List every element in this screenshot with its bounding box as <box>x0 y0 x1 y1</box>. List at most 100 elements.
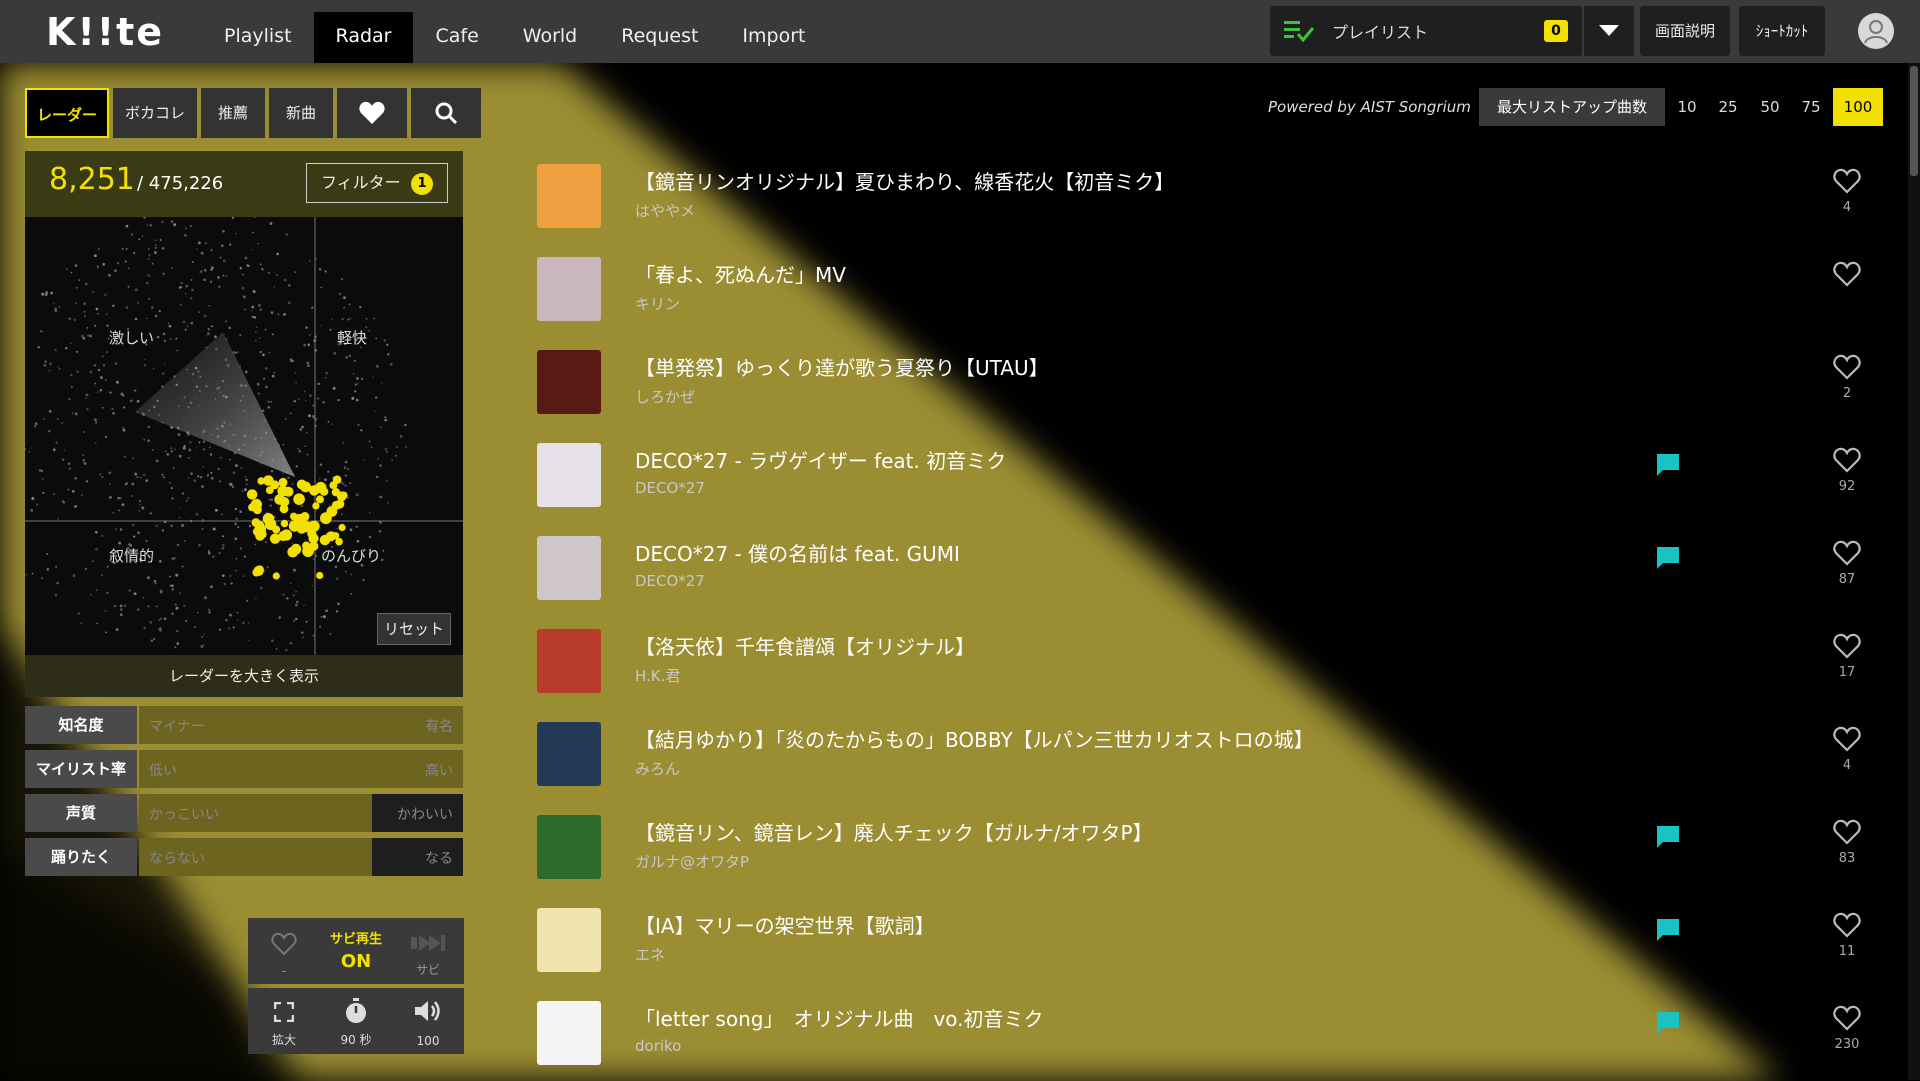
radar-expand-button[interactable]: レーダーを大きく表示 <box>25 655 463 697</box>
radar-selected-song-dot[interactable] <box>329 481 338 490</box>
song-thumbnail[interactable] <box>537 815 601 879</box>
playlist-dropdown-button[interactable] <box>1584 6 1634 56</box>
screen-help-button[interactable]: 画面説明 <box>1640 6 1730 56</box>
song-thumbnail[interactable] <box>537 164 601 228</box>
song-artist[interactable]: DECO*27 <box>635 572 705 590</box>
radar-selected-song-dot[interactable] <box>287 546 299 558</box>
tab-vocacolle[interactable]: ボカコレ <box>113 88 197 138</box>
song-row[interactable]: DECO*27 - ラヴゲイザー feat. 初音ミク DECO*27 92 <box>537 443 1877 523</box>
song-like[interactable]: 83 <box>1827 819 1867 866</box>
radar-selected-song-dot[interactable] <box>338 523 346 532</box>
radar-selected-song-dot[interactable] <box>315 481 327 494</box>
radar-selected-song-dot[interactable] <box>293 513 305 525</box>
radar-selected-song-dot[interactable] <box>256 521 265 529</box>
song-thumbnail[interactable] <box>537 629 601 693</box>
radar-selected-song-dot[interactable] <box>265 486 274 495</box>
slider-track[interactable]: ならない なる <box>139 838 463 876</box>
filter-button[interactable]: フィルター 1 <box>306 163 448 203</box>
radar-selected-song-dot[interactable] <box>335 499 345 509</box>
radar-selected-song-dot[interactable] <box>293 493 305 506</box>
song-row[interactable]: 【洛天依】千年食譜頌【オリジナル】 H.K.君 17 <box>537 629 1877 709</box>
song-row[interactable]: DECO*27 - 僕の名前は feat. GUMI DECO*27 87 <box>537 536 1877 616</box>
heart-icon[interactable] <box>1833 819 1861 845</box>
radar-selected-song-dot[interactable] <box>269 533 281 544</box>
song-title[interactable]: 【結月ゆかり】「炎のたからもの」BOBBY【ルパン三世カリオストロの城】 <box>635 724 1314 753</box>
song-artist[interactable]: エネ <box>635 944 665 965</box>
slider-track[interactable]: マイナー 有名 <box>139 706 463 744</box>
tab-favorites[interactable] <box>337 88 407 138</box>
logo[interactable]: K!!te <box>46 10 164 54</box>
radar-selected-song-dot[interactable] <box>320 512 332 525</box>
song-like[interactable]: 11 <box>1827 912 1867 959</box>
radar-selected-song-dot[interactable] <box>264 518 277 531</box>
song-title[interactable]: 【鏡音リンオリジナル】夏ひまわり、線香花火【初音ミク】 <box>635 166 1174 195</box>
song-row[interactable]: 【単発祭】ゆっくり達が歌う夏祭り【UTAU】しろかぜ 2 <box>537 350 1877 430</box>
radar-selected-song-dot[interactable] <box>280 529 293 541</box>
song-thumbnail[interactable] <box>537 722 601 786</box>
song-like[interactable]: 4 <box>1827 726 1867 773</box>
radar-selected-song-dot[interactable] <box>278 477 288 487</box>
comment-icon[interactable] <box>1655 918 1681 942</box>
comment-icon[interactable] <box>1655 1011 1681 1035</box>
nav-world[interactable]: World <box>501 12 599 63</box>
tab-search[interactable] <box>411 88 481 138</box>
song-title[interactable]: 【洛天依】千年食譜頌【オリジナル】 <box>635 631 975 660</box>
list-count-100[interactable]: 100 <box>1833 88 1883 126</box>
song-title[interactable]: 「letter song」 オリジナル曲 vo.初音ミク <box>635 1003 1044 1032</box>
nav-cafe[interactable]: Cafe <box>413 12 500 63</box>
radar-selected-song-dot[interactable] <box>277 485 289 497</box>
song-artist[interactable]: キリン <box>635 293 680 314</box>
song-thumbnail[interactable] <box>537 536 601 600</box>
song-row[interactable]: 「letter song」 オリジナル曲 vo.初音ミク doriko 230 <box>537 1001 1877 1081</box>
song-row[interactable]: 【結月ゆかり】「炎のたからもの」BOBBY【ルパン三世カリオストロの城】みろん 4 <box>537 722 1877 802</box>
playlist-selector[interactable]: プレイリスト 0 <box>1270 6 1582 56</box>
song-artist[interactable]: はややメ <box>635 200 695 221</box>
heart-icon[interactable] <box>1833 447 1861 473</box>
radar-selected-song-dot[interactable] <box>246 489 258 500</box>
song-row[interactable]: 【IA】マリーの架空世界【歌詞】 エネ 11 <box>537 908 1877 988</box>
nav-import[interactable]: Import <box>720 12 827 63</box>
song-like[interactable]: 230 <box>1827 1005 1867 1052</box>
song-like[interactable]: 92 <box>1827 447 1867 494</box>
heart-icon[interactable] <box>1833 540 1861 566</box>
radar-reset-button[interactable]: リセット <box>377 613 451 645</box>
song-row[interactable]: 【鏡音リンオリジナル】夏ひまわり、線香花火【初音ミク】 はややメ 4 <box>537 164 1877 244</box>
radar-selected-song-dot[interactable] <box>336 491 347 502</box>
song-artist[interactable]: ガルナ@オワタP <box>635 851 749 872</box>
nav-playlist[interactable]: Playlist <box>202 12 314 63</box>
scrollbar-track[interactable] <box>1908 63 1920 1080</box>
user-avatar[interactable] <box>1858 13 1894 49</box>
heart-icon[interactable] <box>1833 354 1861 380</box>
slider-track[interactable]: 低い 高い <box>139 750 463 788</box>
song-like[interactable] <box>1827 261 1867 293</box>
scrollbar-thumb[interactable] <box>1910 66 1918 176</box>
song-like[interactable]: 2 <box>1827 354 1867 401</box>
song-row[interactable]: 「春よ、死ぬんだ」MV キリン <box>537 257 1877 337</box>
radar-selected-song-dot[interactable] <box>272 572 280 580</box>
nav-radar[interactable]: Radar <box>313 12 414 63</box>
radar-map[interactable]: 激しい 軽快 叙情的 のんびり リセット <box>25 217 463 655</box>
song-thumbnail[interactable] <box>537 350 601 414</box>
expand-control[interactable]: 拡大 <box>248 988 320 1054</box>
radar-selected-song-dot[interactable] <box>280 519 289 528</box>
heart-icon[interactable] <box>1833 261 1861 287</box>
song-artist[interactable]: みろん <box>635 758 680 779</box>
like-control[interactable]: - <box>248 918 320 984</box>
song-title[interactable]: DECO*27 - ラヴゲイザー feat. 初音ミク <box>635 445 1006 474</box>
list-count-10[interactable]: 10 <box>1667 88 1707 126</box>
song-thumbnail[interactable] <box>537 257 601 321</box>
slider-danceable[interactable]: 踊りたく ならない なる <box>25 838 463 876</box>
heart-icon[interactable] <box>1833 912 1861 938</box>
timer-control[interactable]: 90 秒 <box>320 988 392 1054</box>
heart-icon[interactable] <box>1833 168 1861 194</box>
radar-selected-song-dot[interactable] <box>279 496 290 507</box>
heart-icon[interactable] <box>1833 1005 1861 1031</box>
list-count-75[interactable]: 75 <box>1791 88 1831 126</box>
song-title[interactable]: 【単発祭】ゆっくり達が歌う夏祭り【UTAU】 <box>635 352 1049 381</box>
radar-selected-song-dot[interactable] <box>316 571 324 580</box>
radar-selected-song-dot[interactable] <box>255 565 264 574</box>
song-artist[interactable]: しろかぜ <box>635 386 695 407</box>
slider-track[interactable]: かっこいい かわいい <box>139 794 463 832</box>
radar-selected-song-dot[interactable] <box>312 502 320 510</box>
tab-new-songs[interactable]: 新曲 <box>269 88 333 138</box>
